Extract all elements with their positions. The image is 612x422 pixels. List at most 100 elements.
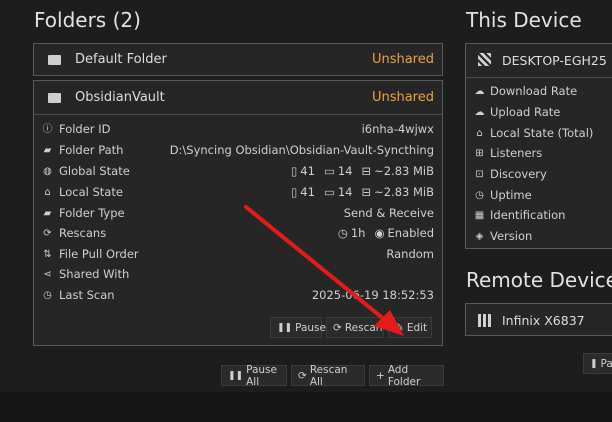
file-count: 41 — [300, 164, 315, 178]
folder-name: Default Folder — [75, 52, 167, 67]
folder-status-badge: Unshared — [371, 52, 434, 67]
label: Shared With — [59, 267, 130, 281]
pause-icon: ❚❚ — [228, 370, 244, 381]
label: Upload Rate — [490, 105, 561, 119]
remote-device-panel[interactable]: Infinix X6837 — [465, 303, 612, 336]
folders-title: Folders (2) — [34, 8, 141, 32]
size: ~2.83 MiB — [374, 164, 434, 178]
share-icon: ⋖ — [43, 268, 52, 280]
rescan-all-button[interactable]: ⟳ Rescan All — [291, 363, 365, 388]
network-icon: ⊞ — [475, 147, 484, 159]
row-download-rate: ☁ Download Rate — [474, 84, 578, 98]
label: File Pull Order — [59, 247, 139, 261]
row-upload-rate: ☁ Upload Rate — [474, 105, 561, 119]
label: Folder ID — [59, 122, 111, 136]
button-label: Rescan All — [309, 363, 348, 388]
pause-icon: ❚ — [590, 358, 598, 369]
label: Version — [490, 229, 533, 243]
hdd-icon: ⊟ — [361, 164, 372, 178]
label: Rescans — [59, 226, 107, 240]
refresh-icon: ⟳ — [333, 321, 342, 334]
globe-icon: ◍ — [43, 165, 52, 177]
pause-all-button[interactable]: ❚❚ Pause All — [221, 363, 287, 388]
clock-icon: ◷ — [337, 226, 348, 240]
label: Folder Path — [59, 143, 124, 157]
remote-device-name: Infinix X6837 — [502, 313, 585, 328]
file-icon: ▯ — [290, 185, 298, 199]
label: Uptime — [490, 188, 532, 202]
remote-devices-title: Remote Devices — [466, 268, 612, 292]
pause-icon: ❚❚ — [277, 322, 293, 333]
sitemap-icon: ⊡ — [475, 168, 484, 180]
row-rescans: ⟳ Rescans ◷ 1h ◉ Enabled — [42, 223, 434, 243]
row-version: ◈ Version — [474, 229, 533, 243]
row-discovery: ⊡ Discovery — [474, 167, 547, 181]
button-label: Pause — [295, 321, 326, 334]
dir-count: 14 — [337, 164, 353, 178]
folder-name: ObsidianVault — [75, 90, 165, 105]
refresh-icon: ⟳ — [298, 369, 307, 382]
home-icon: ⌂ — [476, 127, 483, 139]
row-folder-id: ⓘ Folder ID i6nha-4wjwx — [42, 119, 435, 139]
this-device-title: This Device — [466, 8, 582, 32]
label: Listeners — [490, 146, 543, 160]
row-identification: ▦ Identification — [474, 208, 566, 222]
rescan-interval: 1h — [350, 226, 366, 240]
folder-outline-icon: ▭ — [323, 185, 335, 199]
folder-status-badge: Unshared — [371, 90, 434, 105]
folder-type-value: Send & Receive — [343, 206, 434, 220]
add-folder-button[interactable]: + Add Folder — [369, 363, 444, 388]
row-last-scan: ◷ Last Scan 2025-06-19 18:52:53 — [42, 285, 434, 305]
folder-outline-icon: ▭ — [323, 164, 335, 178]
button-label: Add Folder — [387, 363, 421, 388]
rescan-button[interactable]: ⟳ Rescan — [326, 317, 384, 338]
info-icon: ⓘ — [42, 123, 53, 135]
watch-status: Enabled — [387, 226, 434, 240]
this-device-name: DESKTOP-EGH25 — [502, 53, 607, 68]
last-scan-value: 2025-06-19 18:52:53 — [311, 288, 434, 302]
pause-button[interactable]: ❚❚ Pause — [270, 317, 326, 338]
button-label: Pa — [600, 357, 612, 370]
pencil-icon: ✎ — [395, 321, 404, 334]
folder-header[interactable]: ObsidianVault Unshared — [34, 81, 442, 115]
label: Last Scan — [59, 288, 115, 302]
sort-icon: ⇅ — [43, 248, 52, 260]
row-local-state: ⌂ Local State ▯ 41 ▭ 14 ⊟ ~2.83 MiB — [42, 182, 434, 202]
folder-panel-obsidianvault: ObsidianVault Unshared ⓘ Folder ID i6nha-… — [33, 80, 443, 346]
clock-icon: ◷ — [43, 289, 52, 301]
folder-path-value: D:\Syncing Obsidian\Obsidian-Vault-Synct… — [169, 143, 434, 157]
device-identicon-icon — [478, 53, 491, 66]
this-device-header[interactable]: DESKTOP-EGH25 — [466, 44, 612, 78]
size: ~2.83 MiB — [374, 185, 434, 199]
folder-panel-default[interactable]: Default Folder Unshared — [33, 43, 443, 76]
row-local-state-total: ⌂ Local State (Total) — [474, 126, 593, 140]
button-label: Rescan — [344, 321, 383, 334]
button-label: Edit — [406, 321, 428, 334]
home-icon: ⌂ — [44, 186, 51, 198]
edit-button[interactable]: ✎ Edit — [388, 317, 432, 338]
label: Download Rate — [490, 84, 578, 98]
cloud-download-icon: ☁ — [474, 85, 485, 97]
clock-icon: ◷ — [475, 189, 484, 201]
refresh-icon: ⟳ — [43, 227, 52, 239]
row-folder-type: ▰ Folder Type Send & Receive — [42, 203, 434, 223]
row-shared-with: ⋖ Shared With — [42, 264, 434, 284]
qrcode-icon: ▦ — [474, 209, 485, 221]
label: Identification — [490, 208, 566, 222]
label: Discovery — [490, 167, 547, 181]
this-device-panel: DESKTOP-EGH25 ☁ Download Rate ☁ Upload Rat… — [465, 43, 612, 249]
row-folder-path: ▰ Folder Path D:\Syncing Obsidian\Obsidia… — [42, 140, 434, 160]
label: Folder Type — [59, 206, 125, 220]
label: Local State — [59, 185, 123, 199]
tag-icon: ◈ — [475, 230, 484, 242]
remote-partial-button[interactable]: ❚ Pa — [583, 353, 612, 374]
label: Local State (Total) — [490, 126, 594, 140]
row-global-state: ◍ Global State ▯ 41 ▭ 14 ⊟ ~2.83 MiB — [42, 161, 434, 181]
eye-icon: ◉ — [374, 226, 385, 240]
folder-id-value: i6nha-4wjwx — [361, 122, 434, 136]
file-icon: ▯ — [290, 164, 298, 178]
row-file-pull-order: ⇅ File Pull Order Random — [42, 244, 434, 264]
folder-icon — [48, 54, 61, 65]
button-label: Pause All — [246, 363, 277, 388]
folder-open-icon: ▰ — [43, 144, 52, 156]
